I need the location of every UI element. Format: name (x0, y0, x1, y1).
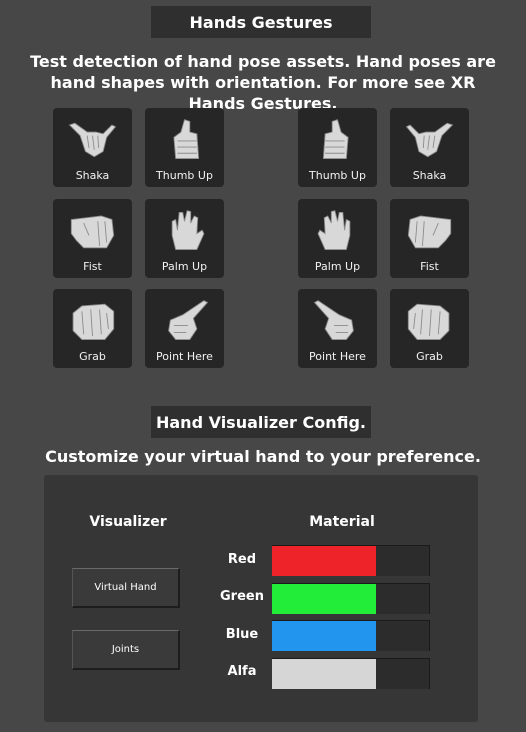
left-pose-tile-point-here[interactable]: Point Here (145, 289, 224, 368)
right-pose-tile-thumb-up[interactable]: Thumb Up (298, 108, 377, 187)
pose-label: Grab (416, 350, 443, 363)
hand-visualizer-config-title: Hand Visualizer Config. (151, 406, 371, 438)
red-slider[interactable] (272, 545, 430, 576)
blue-slider[interactable] (272, 620, 430, 651)
left-pose-tile-palm-up[interactable]: Palm Up (145, 199, 224, 278)
alfa-slider-fill (272, 659, 376, 689)
pose-label: Fist (83, 260, 102, 273)
material-heading: Material (309, 514, 375, 530)
left-pose-tile-shaka[interactable]: Shaka (53, 108, 132, 187)
fist-hand-icon (407, 215, 452, 249)
green-slider[interactable] (272, 583, 430, 614)
pose-label: Shaka (412, 169, 447, 182)
grab-hand-icon (72, 303, 115, 340)
red-slider-label: Red (227, 552, 257, 567)
right-pose-tile-point-here[interactable]: Point Here (298, 289, 377, 368)
left-pose-tile-thumb-up[interactable]: Thumb Up (145, 108, 224, 187)
pose-label: Shaka (75, 169, 110, 182)
alfa-slider-label: Alfa (227, 664, 257, 679)
blue-slider-label: Blue (225, 627, 259, 642)
left-pose-tile-fist[interactable]: Fist (53, 199, 132, 278)
visualizer-heading: Visualizer (89, 514, 167, 530)
shaka-hand-icon (68, 122, 117, 158)
green-slider-fill (272, 584, 376, 614)
right-pose-tile-palm-up[interactable]: Palm Up (298, 199, 377, 278)
pose-label: Point Here (309, 350, 366, 363)
pose-label: Grab (79, 350, 106, 363)
point-here-hand-icon (313, 300, 354, 340)
pose-label: Fist (420, 260, 439, 273)
pose-label: Point Here (156, 350, 213, 363)
pose-label: Palm Up (314, 260, 361, 273)
pose-label: Thumb Up (156, 169, 213, 182)
red-slider-fill (272, 546, 376, 576)
joints-button[interactable]: Joints (72, 630, 180, 670)
virtual-hand-button[interactable]: Virtual Hand (72, 568, 180, 608)
hands-gestures-title: Hands Gestures (151, 6, 371, 38)
alfa-slider[interactable] (272, 658, 430, 689)
right-pose-tile-shaka[interactable]: Shaka (390, 108, 469, 187)
fist-hand-icon (70, 215, 115, 249)
right-pose-tile-grab[interactable]: Grab (390, 289, 469, 368)
left-pose-tile-grab[interactable]: Grab (53, 289, 132, 368)
thumb-up-hand-icon (173, 119, 200, 159)
shaka-hand-icon (405, 122, 454, 158)
hands-gestures-description: Test detection of hand pose assets. Hand… (30, 52, 496, 113)
palm-up-hand-icon (171, 210, 205, 250)
green-slider-label: Green (220, 589, 264, 604)
right-pose-tile-fist[interactable]: Fist (390, 199, 469, 278)
blue-slider-fill (272, 621, 376, 651)
palm-up-hand-icon (317, 210, 351, 250)
point-here-hand-icon (168, 300, 209, 340)
pose-label: Thumb Up (309, 169, 366, 182)
thumb-up-hand-icon (322, 119, 349, 159)
hand-visualizer-config-description: Customize your virtual hand to your pref… (45, 447, 481, 466)
pose-label: Palm Up (161, 260, 208, 273)
grab-hand-icon (407, 303, 450, 340)
